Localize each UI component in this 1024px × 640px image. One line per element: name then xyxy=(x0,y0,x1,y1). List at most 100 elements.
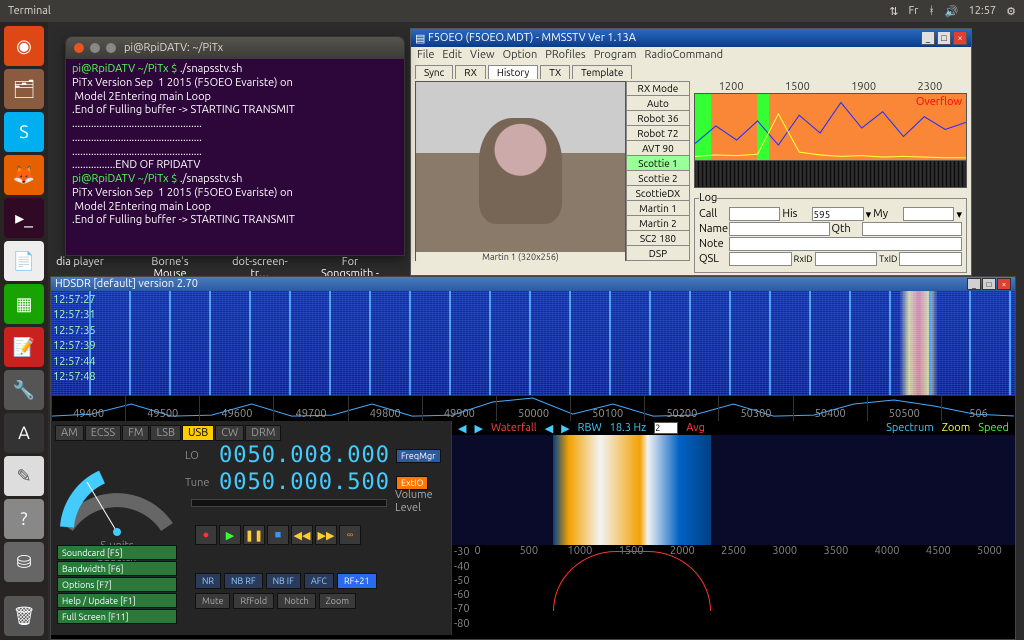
rxid-input[interactable] xyxy=(815,252,878,266)
txid-input[interactable] xyxy=(899,252,962,266)
his-input[interactable] xyxy=(812,207,863,221)
mode-button[interactable]: AVT 90 xyxy=(626,140,690,156)
mode-button[interactable]: SC2 180 xyxy=(626,230,690,246)
close-button[interactable]: × xyxy=(953,31,967,45)
tune-slider[interactable] xyxy=(191,499,387,507)
rf-spectrum-axis[interactable]: 4940049500496004970049800499005000050100… xyxy=(51,395,1015,421)
menu-item[interactable]: View xyxy=(470,49,495,61)
mode-ecss[interactable]: ECSS xyxy=(85,425,121,441)
my-input[interactable] xyxy=(903,207,954,221)
chevron-left-icon[interactable]: ◀ xyxy=(545,422,553,435)
minimize-button[interactable]: _ xyxy=(967,278,981,290)
terminal-titlebar[interactable]: pi@RpiDATV: ~/PiTx xyxy=(66,37,404,59)
mode-usb[interactable]: USB xyxy=(182,425,214,441)
launcher-firefox[interactable]: 🦊 xyxy=(4,155,44,195)
menu-item[interactable]: File xyxy=(417,49,434,61)
rewind-button[interactable]: ◀◀ xyxy=(291,525,313,545)
volume-icon[interactable]: 🔊 xyxy=(945,5,959,18)
maximize-button[interactable]: □ xyxy=(937,31,951,45)
call-input[interactable] xyxy=(729,207,780,221)
speed-label[interactable]: Speed xyxy=(978,422,1009,434)
dsp-button[interactable]: Notch xyxy=(277,593,316,609)
stop-button[interactable]: ■ xyxy=(267,525,289,545)
mode-button[interactable]: Martin 1 xyxy=(626,200,690,216)
launcher-updater[interactable]: A xyxy=(4,413,44,453)
dsp-button[interactable]: RfFold xyxy=(233,593,274,609)
mode-button[interactable]: Scottie 1 xyxy=(626,155,690,171)
option-button[interactable]: Help / Update [F1] xyxy=(57,593,177,608)
gear-icon[interactable]: ⚙ xyxy=(1006,5,1016,18)
minimize-button[interactable]: _ xyxy=(921,31,935,45)
note-input[interactable] xyxy=(729,237,962,251)
dsp-button[interactable]: Zoom xyxy=(319,593,356,609)
menu-item[interactable]: Program xyxy=(594,49,637,61)
mode-button[interactable]: DSP xyxy=(626,245,690,261)
hdsdr-titlebar[interactable]: HDSDR [default] version 2.70 _□× xyxy=(51,277,1015,291)
launcher-notes[interactable]: ✎ xyxy=(4,456,44,496)
rbw-input[interactable] xyxy=(654,422,678,434)
spectrum-label[interactable]: Spectrum xyxy=(886,422,934,434)
mode-drm[interactable]: DRM xyxy=(245,425,281,441)
mode-cw[interactable]: CW xyxy=(215,425,244,441)
dsp-button[interactable]: AFC xyxy=(304,573,334,589)
option-button[interactable]: Full Screen [F11] xyxy=(57,609,177,624)
dsp-button[interactable]: NB RF xyxy=(224,573,263,589)
launcher-skype[interactable]: S xyxy=(4,112,44,152)
launcher-terminal[interactable]: ▸_ xyxy=(4,198,44,238)
clock[interactable]: 12:57 xyxy=(969,5,997,17)
tab-tx[interactable]: TX xyxy=(540,65,570,79)
zoom-label[interactable]: Zoom xyxy=(942,422,971,434)
avg-label[interactable]: Avg xyxy=(686,422,705,434)
network-icon[interactable]: ⇅ xyxy=(889,5,898,18)
record-button[interactable]: ● xyxy=(195,525,217,545)
chevron-right-icon[interactable]: ▶ xyxy=(561,422,569,435)
maximize-icon[interactable] xyxy=(106,43,116,53)
tab-template[interactable]: Template xyxy=(572,65,632,79)
mode-fm[interactable]: FM xyxy=(122,425,149,441)
play-button[interactable]: ▶ xyxy=(219,525,241,545)
waterfall-label[interactable]: Waterfall xyxy=(491,422,537,434)
option-button[interactable]: Options [F7] xyxy=(57,577,177,592)
mode-button[interactable]: Robot 72 xyxy=(626,125,690,141)
mmsstv-titlebar[interactable]: ▤ F5OEO (F5OEO.MDT) - MMSSTV Ver 1.13A _… xyxy=(411,29,971,47)
menu-item[interactable]: Edit xyxy=(442,49,462,61)
option-button[interactable]: Soundcard [F5] xyxy=(57,545,177,560)
filter-shape[interactable] xyxy=(553,551,711,611)
option-button[interactable]: Bandwidth [F6] xyxy=(57,561,177,576)
chevron-left-icon[interactable]: ◀ xyxy=(458,422,466,435)
launcher-settings[interactable]: 🔧 xyxy=(4,370,44,410)
lo-value[interactable]: 0050.008.000 xyxy=(219,443,390,468)
maximize-button[interactable]: □ xyxy=(982,278,996,290)
mode-am[interactable]: AM xyxy=(55,425,84,441)
launcher-calc[interactable]: ▦ xyxy=(4,284,44,324)
qth-input[interactable] xyxy=(862,222,963,236)
name-input[interactable] xyxy=(729,222,830,236)
mode-button[interactable]: ScottieDX xyxy=(626,185,690,201)
rf-waterfall[interactable]: 12:57:2712:57:3112:57:3512:57:3912:57:44… xyxy=(51,291,1015,395)
mode-button[interactable]: Martin 2 xyxy=(626,215,690,231)
forward-button[interactable]: ▶▶ xyxy=(315,525,337,545)
mode-button[interactable]: Scottie 2 xyxy=(626,170,690,186)
terminal-body[interactable]: pi@RpiDATV ~/PiTx $ ./snapsstv.shPiTx Ve… xyxy=(66,59,404,232)
audio-waterfall[interactable] xyxy=(452,435,1015,545)
minimize-icon[interactable] xyxy=(90,43,100,53)
bluetooth-icon[interactable]: ᚼ xyxy=(928,5,935,17)
qsl-input[interactable] xyxy=(729,252,792,266)
tab-sync[interactable]: Sync xyxy=(415,65,453,79)
close-icon[interactable] xyxy=(74,43,84,53)
launcher-disk[interactable]: ⛁ xyxy=(4,542,44,582)
chevron-right-icon[interactable]: ▶ xyxy=(474,422,482,435)
launcher-dash[interactable]: ◉ xyxy=(4,26,44,66)
menu-item[interactable]: RadioCommand xyxy=(645,49,724,61)
lang-indicator[interactable]: Fr xyxy=(909,5,919,17)
my-dropdown-icon[interactable]: ▾ xyxy=(956,208,962,221)
menu-item[interactable]: Option xyxy=(503,49,538,61)
launcher-trash[interactable]: 🗑 xyxy=(4,596,44,636)
loop-button[interactable]: ∞ xyxy=(339,525,361,545)
freqmgr-button[interactable]: FreqMgr xyxy=(396,449,441,463)
launcher-document[interactable]: 📄 xyxy=(4,241,44,281)
dsp-button[interactable]: NR xyxy=(195,573,221,589)
dsp-button[interactable]: Mute xyxy=(195,593,230,609)
menu-item[interactable]: PRofiles xyxy=(545,49,585,61)
launcher-writer[interactable]: 📝 xyxy=(4,327,44,367)
